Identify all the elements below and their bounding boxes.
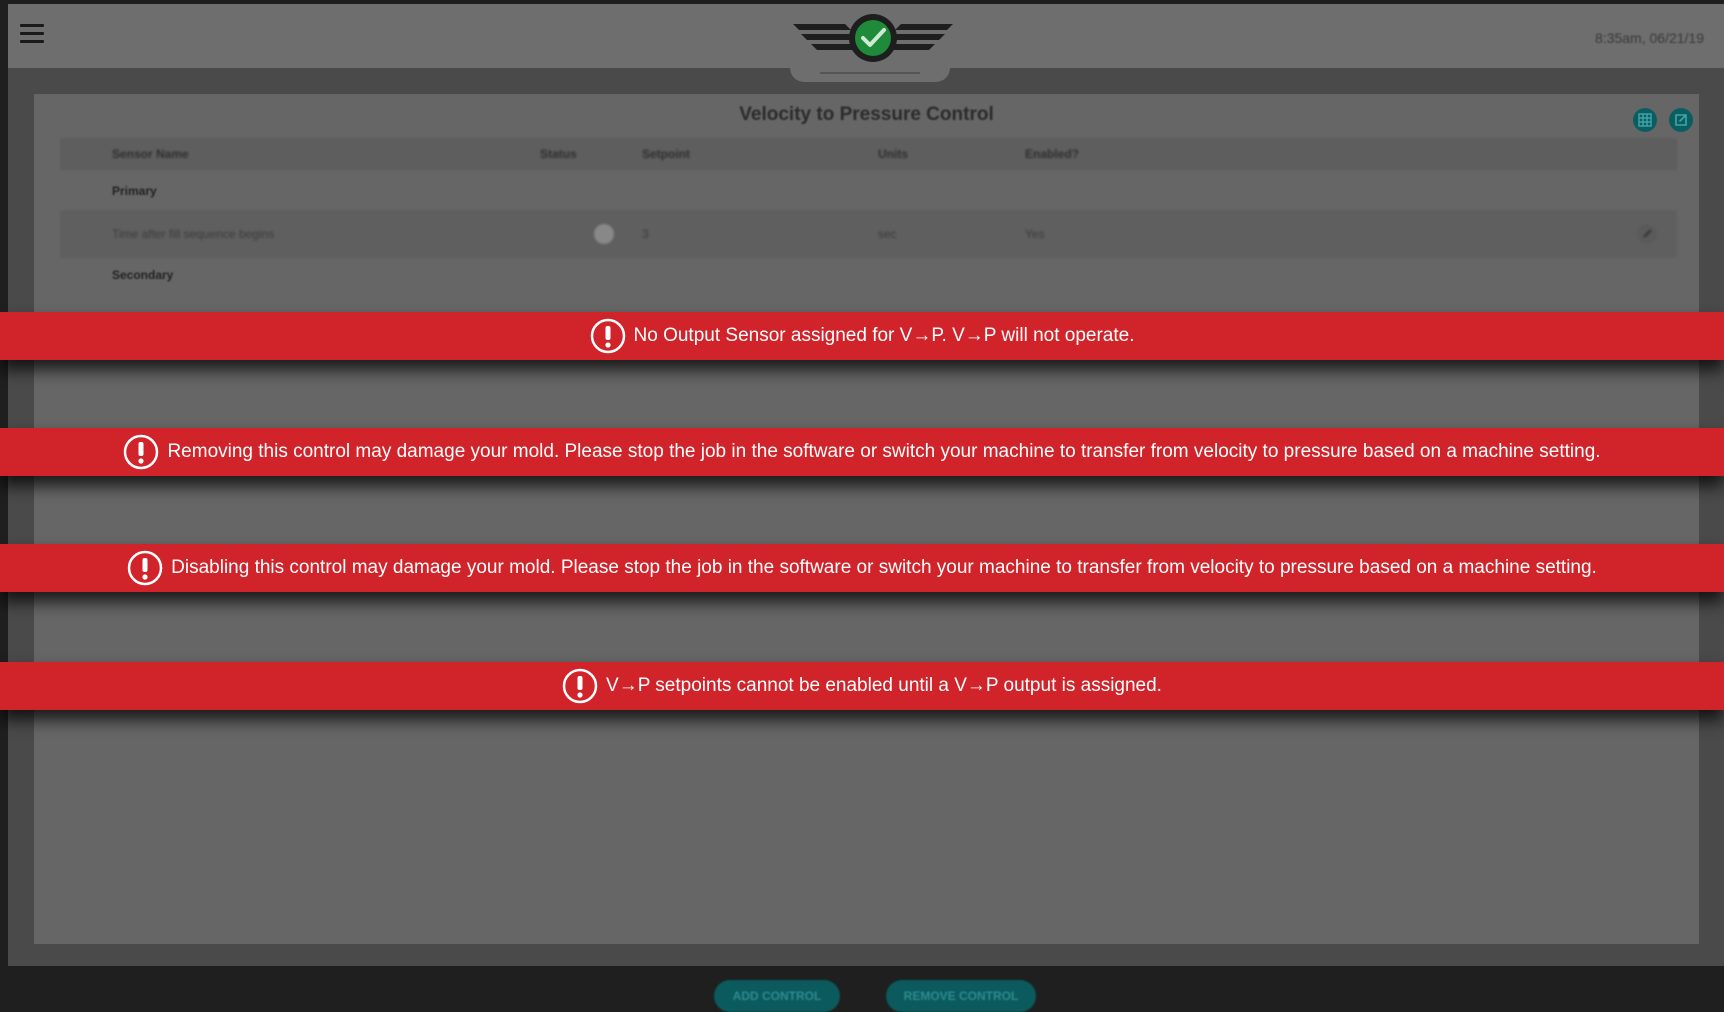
alert-banner-removing: Removing this control may damage your mo…: [0, 428, 1724, 476]
alert-message: Disabling this control may damage your m…: [171, 557, 1597, 578]
timestamp: 8:35am, 06/21/19: [1595, 30, 1704, 46]
exclamation-circle-icon: [124, 434, 159, 470]
exclamation-circle-icon: [590, 318, 625, 354]
units-cell: sec: [878, 227, 897, 241]
col-units: Units: [878, 147, 908, 161]
setpoint-cell: 3: [642, 227, 649, 241]
pencil-icon[interactable]: [1637, 224, 1657, 244]
add-control-button[interactable]: ADD CONTROL: [714, 980, 840, 1012]
col-sensor-name: Sensor Name: [112, 147, 189, 161]
status-indicator: [594, 224, 614, 244]
alert-message: V→P setpoints cannot be enabled until a …: [606, 675, 1162, 696]
exclamation-circle-icon: [562, 668, 598, 704]
exclamation-circle-icon: [127, 550, 163, 586]
alert-message: Removing this control may damage your mo…: [167, 441, 1601, 462]
group-primary-label: Primary: [112, 184, 157, 198]
sensor-name-cell: Time after fill sequence begins: [112, 227, 275, 241]
alert-banner-setpoints: V→P setpoints cannot be enabled until a …: [0, 662, 1724, 710]
enabled-cell: Yes: [1025, 227, 1045, 241]
alert-message: No Output Sensor assigned for V→P. V→P w…: [633, 325, 1135, 346]
alert-banner-disabling: Disabling this control may damage your m…: [0, 544, 1724, 592]
col-status: Status: [540, 147, 577, 161]
export-icon[interactable]: [1669, 108, 1693, 132]
table-header: Sensor Name Status Setpoint Units Enable…: [60, 138, 1677, 170]
group-secondary-label: Secondary: [112, 268, 174, 282]
remove-control-button[interactable]: REMOVE CONTROL: [886, 980, 1036, 1012]
col-enabled: Enabled?: [1025, 147, 1080, 161]
winged-checkmark-logo: [793, 14, 953, 62]
app-frame: 8:35am, 06/21/19 Velocity to Pressure Co…: [8, 4, 1724, 1012]
hamburger-icon[interactable]: [20, 24, 44, 46]
panel-title: Velocity to Pressure Control: [739, 104, 994, 125]
col-setpoint: Setpoint: [642, 147, 690, 161]
alert-banner-no-output: No Output Sensor assigned for V→P. V→P w…: [0, 312, 1724, 360]
grid-icon[interactable]: [1633, 108, 1657, 132]
table-row[interactable]: Time after fill sequence begins 3 sec Ye…: [60, 210, 1677, 258]
vp-control-panel: Velocity to Pressure Control Sensor Name…: [34, 94, 1699, 1012]
